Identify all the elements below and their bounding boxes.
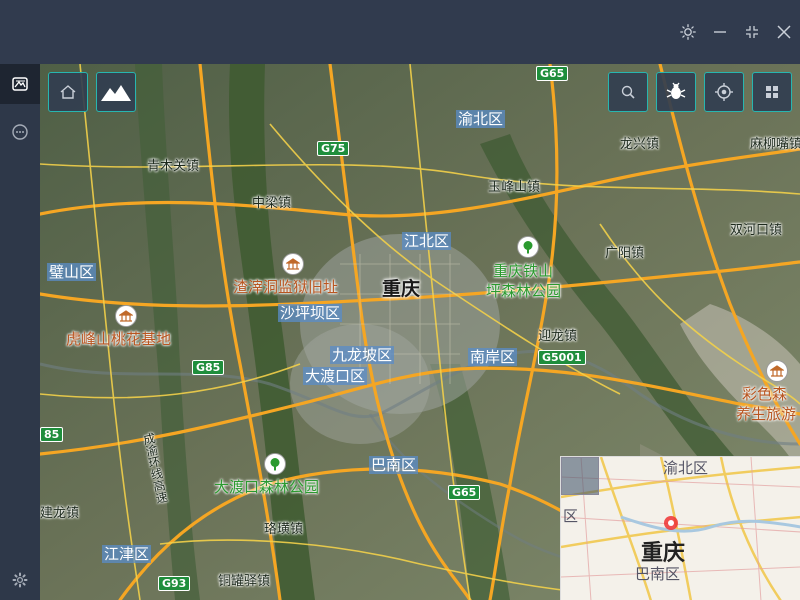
map-label-poi: 彩色森 (742, 385, 788, 403)
map-label-town: 麻柳嘴镇 (750, 137, 800, 152)
highway-shield: G85 (192, 360, 225, 375)
map-label-town: 青木关镇 (147, 159, 200, 174)
map-label-park: 坪森林公园 (486, 282, 562, 300)
map-label-town: 广阳镇 (605, 246, 645, 261)
map-label-town: 玉峰山镇 (488, 180, 541, 195)
map-label-town: 建龙镇 (40, 506, 80, 521)
target-icon (715, 83, 733, 101)
map-label-poi: 虎峰山桃花基地 (66, 330, 172, 348)
sidebar (0, 64, 40, 600)
map-icon (12, 77, 28, 91)
highway-shield: G93 (158, 576, 191, 591)
park-icon[interactable] (517, 236, 539, 258)
bug-icon (666, 82, 686, 99)
theme-toggle-button[interactable] (676, 20, 700, 44)
layer-style-button[interactable] (656, 72, 696, 112)
minimap-label-district: 渝北区 (663, 459, 709, 477)
map-label-town: 迎龙镇 (538, 329, 578, 344)
highway-shield: G5001 (538, 350, 586, 365)
locate-button[interactable] (704, 72, 744, 112)
park-icon[interactable] (264, 453, 286, 475)
map-label-town: 铜罐驿镇 (218, 574, 271, 589)
home-icon (60, 85, 76, 99)
minimap-toggle-button[interactable] (561, 457, 599, 495)
minimap-label-district: 巴南区 (635, 565, 681, 583)
map-label-district: 沙坪坝区 (278, 304, 343, 322)
map-label-town: 珞璜镇 (264, 522, 304, 537)
map-label-town: 双河口镇 (730, 223, 783, 238)
sidebar-settings[interactable] (0, 560, 40, 600)
map-label-district: 璧山区 (47, 263, 97, 281)
map-label-town: 龙兴镇 (620, 137, 660, 152)
scenic-spot-icon[interactable] (766, 360, 788, 382)
minimize-button[interactable] (708, 20, 732, 44)
map-label-district: 大渡口区 (303, 367, 368, 385)
minimap-label-district: 区 (563, 507, 579, 525)
map-label-district: 江津区 (102, 545, 152, 563)
sidebar-item-map[interactable] (0, 64, 40, 104)
mountain-icon (101, 85, 131, 101)
map-label-district: 渝北区 (456, 110, 506, 128)
sun-icon (680, 24, 696, 40)
close-icon (777, 25, 791, 39)
title-bar (0, 0, 800, 64)
highway-shield: G65 (448, 485, 481, 500)
highway-shield: 85 (40, 427, 64, 442)
scenic-spot-icon[interactable] (115, 305, 137, 327)
map-label-park: 大渡口森林公园 (214, 478, 320, 496)
chat-bubble-icon (12, 124, 28, 140)
fullscreen-button[interactable] (740, 20, 764, 44)
home-button[interactable] (48, 72, 88, 112)
map-view[interactable]: G65 G75 G85 85 G5001 G65 G93 渝北区 龙兴镇 麻柳嘴… (40, 64, 800, 600)
grid-icon (766, 86, 778, 98)
map-label-district: 九龙坡区 (330, 346, 395, 364)
map-label-poi: 养生旅游 (736, 405, 797, 423)
map-label-district: 南岸区 (468, 348, 518, 366)
map-label-poi: 渣滓洞监狱旧址 (233, 278, 339, 296)
map-label-town: 中梁镇 (252, 196, 292, 211)
map-label-district: 巴南区 (369, 456, 419, 474)
scenic-spot-icon[interactable] (282, 253, 304, 275)
map-label-district: 江北区 (402, 232, 452, 250)
search-icon (621, 85, 635, 99)
grid-button[interactable] (752, 72, 792, 112)
overview-minimap[interactable]: 渝北区 区 重庆 巴南区 (560, 456, 800, 600)
close-button[interactable] (772, 20, 796, 44)
search-button[interactable] (608, 72, 648, 112)
sidebar-item-chat[interactable] (0, 112, 40, 152)
terrain-button[interactable] (96, 72, 136, 112)
highway-shield: G65 (536, 66, 569, 81)
map-label-park: 重庆铁山 (493, 262, 554, 280)
highway-shield: G75 (317, 141, 350, 156)
map-label-city: 重庆 (382, 278, 421, 300)
minimize-icon (714, 31, 726, 33)
fullscreen-icon (746, 26, 758, 38)
gear-icon (12, 572, 28, 588)
